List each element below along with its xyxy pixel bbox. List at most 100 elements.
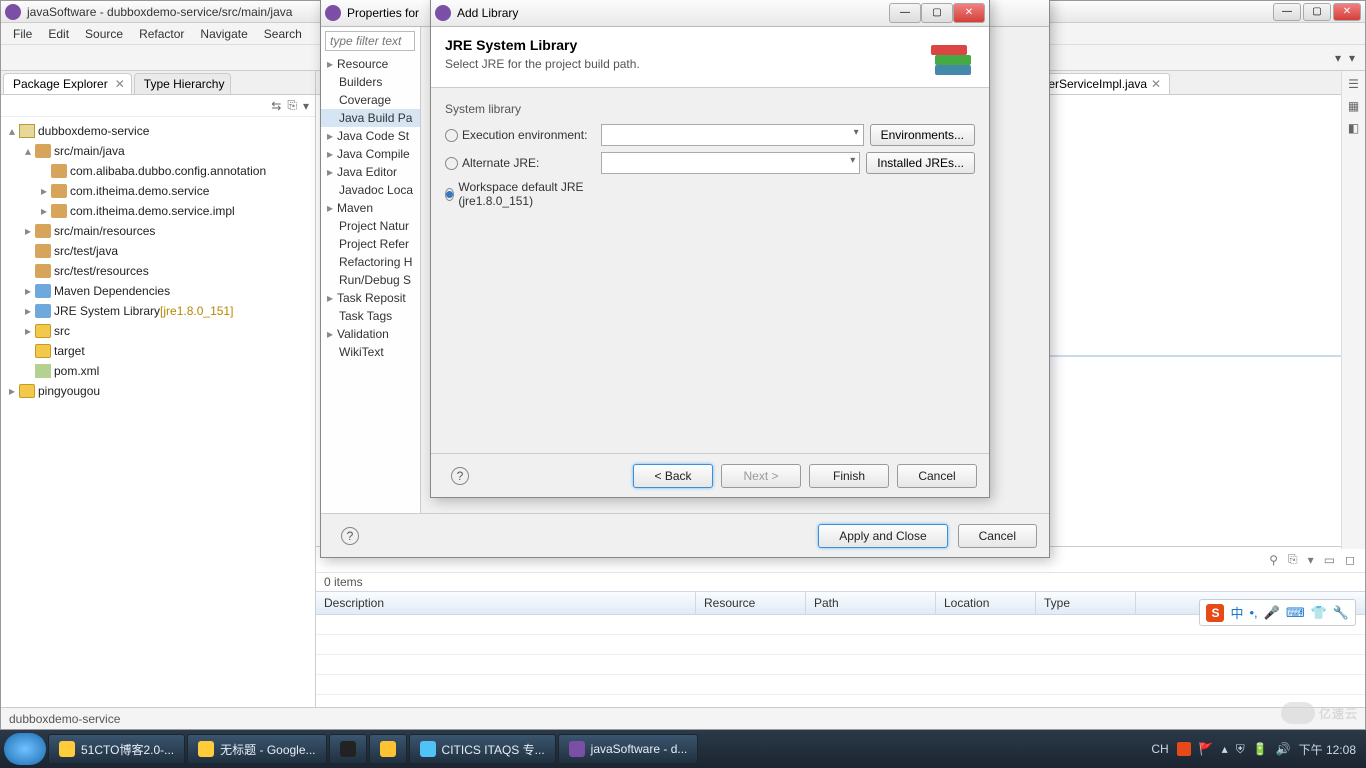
col-location[interactable]: Location — [936, 592, 1036, 614]
volume-icon[interactable]: 🔊 — [1276, 742, 1291, 756]
radio-checked-icon[interactable] — [445, 188, 454, 201]
ime-cn[interactable]: 中 — [1230, 603, 1243, 622]
tree-item[interactable]: src/test/resources — [54, 261, 149, 281]
radio-icon[interactable] — [445, 157, 458, 170]
tray-clock[interactable]: 下午 12:08 — [1299, 741, 1356, 758]
package-explorer-tab[interactable]: Package Explorer✕ — [3, 73, 132, 94]
apply-close-button[interactable]: Apply and Close — [818, 524, 947, 548]
close-button[interactable]: ✕ — [953, 3, 985, 23]
type-hierarchy-tab[interactable]: Type Hierarchy — [134, 73, 232, 94]
link-icon[interactable]: ⎘ — [287, 98, 297, 113]
outline-icon[interactable]: ☰ — [1348, 77, 1359, 91]
alternate-jre-combo[interactable] — [601, 152, 860, 174]
flag-icon[interactable]: 🚩 — [1199, 742, 1214, 756]
project-tree[interactable]: ▴dubboxdemo-service ▴src/main/java com.a… — [1, 117, 315, 405]
table-row[interactable] — [316, 675, 1365, 695]
minimize-button[interactable]: — — [1273, 3, 1301, 21]
tree-item[interactable]: target — [54, 341, 85, 361]
exec-env-radio[interactable]: Execution environment: — [445, 128, 595, 142]
cancel-button[interactable]: Cancel — [958, 524, 1037, 548]
task-icon[interactable]: ▦ — [1348, 99, 1359, 113]
radio-icon[interactable] — [445, 129, 458, 142]
keyboard-icon[interactable]: ⌨ — [1286, 605, 1305, 621]
view-menu-icon[interactable]: ▾ — [303, 99, 309, 113]
taskbar-item[interactable] — [369, 734, 407, 764]
menu-source[interactable]: Source — [77, 25, 131, 43]
environments-button[interactable]: Environments... — [870, 124, 975, 146]
menu-navigate[interactable]: Navigate — [192, 25, 255, 43]
view-menu-icon[interactable]: ▾ — [1308, 553, 1314, 567]
help-icon[interactable]: ? — [341, 527, 359, 545]
explorer-icon — [380, 741, 396, 757]
close-icon[interactable]: ✕ — [115, 77, 125, 91]
system-tray[interactable]: CH 🚩 ▴ ⛨ 🔋 🔊 下午 12:08 — [1151, 741, 1362, 758]
library-books-icon — [925, 37, 975, 77]
sogou-tray-icon[interactable] — [1177, 742, 1191, 756]
sogou-icon[interactable]: S — [1206, 604, 1224, 622]
tree-item[interactable]: src/test/java — [54, 241, 118, 261]
alternate-jre-radio[interactable]: Alternate JRE: — [445, 156, 595, 170]
skin-icon[interactable]: 👕 — [1311, 605, 1327, 621]
tree-item[interactable]: JRE System Library — [54, 301, 160, 321]
maximize-icon[interactable]: ◻ — [1345, 553, 1355, 567]
minimize-button[interactable]: — — [889, 3, 921, 23]
minimize-icon[interactable]: ▭ — [1324, 553, 1335, 567]
col-path[interactable]: Path — [806, 592, 936, 614]
tree-item[interactable]: com.itheima.demo.service.impl — [70, 201, 235, 221]
tree-item[interactable]: pingyougou — [38, 381, 100, 401]
tree-item[interactable]: src/main/java — [54, 141, 125, 161]
tree-item[interactable]: src — [54, 321, 70, 341]
menu-search[interactable]: Search — [256, 25, 310, 43]
workspace-default-radio[interactable]: Workspace default JRE (jre1.8.0_151) — [445, 180, 595, 208]
exec-env-combo[interactable] — [601, 124, 864, 146]
table-row[interactable] — [316, 655, 1365, 675]
close-button[interactable]: ✕ — [1333, 3, 1361, 21]
taskbar-item[interactable]: 51CTO博客2.0-... — [48, 734, 185, 764]
tree-item[interactable]: dubboxdemo-service — [38, 121, 149, 141]
menu-file[interactable]: File — [5, 25, 40, 43]
link-icon[interactable]: ⎘ — [1288, 552, 1298, 567]
collapse-icon[interactable]: ⇆ — [271, 99, 281, 113]
maximize-button[interactable]: ▢ — [1303, 3, 1331, 21]
tools-icon[interactable]: 🔧 — [1333, 605, 1349, 621]
eclipse-icon — [5, 4, 21, 20]
start-button[interactable] — [4, 733, 46, 765]
tree-item[interactable]: src/main/resources — [54, 221, 155, 241]
library-icon — [35, 284, 51, 298]
tree-item[interactable]: Maven Dependencies — [54, 281, 170, 301]
tray-chevron-icon[interactable]: ▴ — [1222, 742, 1228, 756]
network-icon[interactable]: ⛨ — [1236, 742, 1245, 757]
addlib-titlebar[interactable]: Add Library — ▢ ✕ — [431, 0, 989, 27]
tray-lang[interactable]: CH — [1151, 742, 1168, 756]
table-row[interactable] — [316, 635, 1365, 655]
back-button[interactable]: < Back — [633, 464, 713, 488]
tree-item[interactable]: com.itheima.demo.service — [70, 181, 209, 201]
toolbar-dropdown-icon[interactable]: ▾ — [1349, 51, 1355, 65]
battery-icon[interactable]: 🔋 — [1253, 742, 1268, 756]
filter-input[interactable] — [325, 31, 415, 51]
mic-icon[interactable]: 🎤 — [1264, 605, 1280, 621]
ime-punct[interactable]: •, — [1250, 605, 1258, 620]
col-description[interactable]: Description — [316, 592, 696, 614]
taskbar-item[interactable]: CITICS ITAQS 专... — [409, 734, 556, 764]
menu-refactor[interactable]: Refactor — [131, 25, 192, 43]
taskbar-item[interactable]: javaSoftware - d... — [558, 734, 699, 764]
col-resource[interactable]: Resource — [696, 592, 806, 614]
col-type[interactable]: Type — [1036, 592, 1136, 614]
close-icon[interactable]: ✕ — [1151, 77, 1161, 91]
ime-toolbar[interactable]: S 中 •, 🎤 ⌨ 👕 🔧 — [1199, 599, 1356, 626]
filter-icon[interactable]: ⚲ — [1269, 553, 1278, 567]
taskbar-item[interactable]: 无标题 - Google... — [187, 734, 326, 764]
taskbar-item[interactable] — [329, 734, 367, 764]
cancel-button[interactable]: Cancel — [897, 464, 977, 488]
maximize-button[interactable]: ▢ — [921, 3, 953, 23]
marker-icon[interactable]: ◧ — [1348, 121, 1359, 135]
finish-button[interactable]: Finish — [809, 464, 889, 488]
toolbar-dropdown-icon[interactable]: ▾ — [1335, 51, 1341, 65]
tree-item[interactable]: com.alibaba.dubbo.config.annotation — [70, 161, 266, 181]
menu-edit[interactable]: Edit — [40, 25, 77, 43]
installed-jres-button[interactable]: Installed JREs... — [866, 152, 975, 174]
nav-item: Javadoc Loca — [321, 181, 420, 199]
help-icon[interactable]: ? — [451, 467, 469, 485]
tree-item[interactable]: pom.xml — [54, 361, 99, 381]
